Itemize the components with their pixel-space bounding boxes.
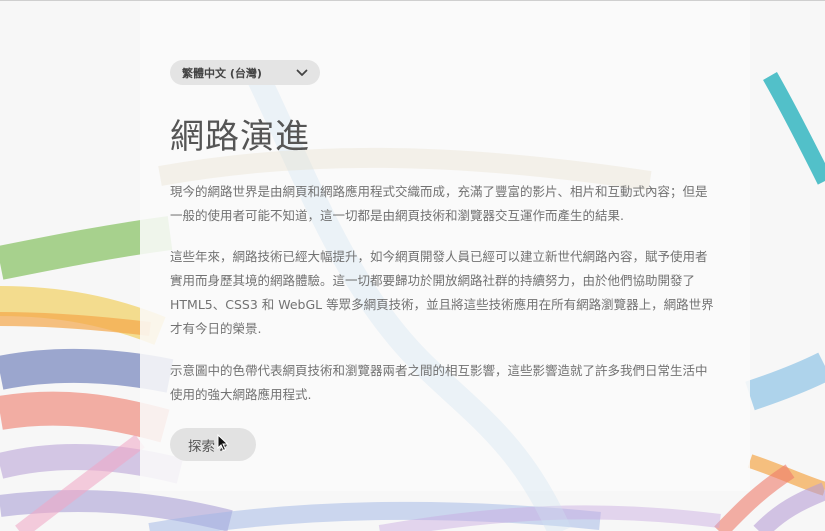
language-selector[interactable]: 繁體中文 (台灣) xyxy=(170,60,320,85)
page-title: 網路演進 xyxy=(170,117,310,157)
intro-paragraph-3: 示意圖中的色帶代表網頁技術和瀏覽器兩者之間的相互影響，這些影響造就了許多我們日常… xyxy=(170,363,708,402)
explore-button[interactable]: 探索 xyxy=(170,428,256,461)
chevron-down-icon xyxy=(296,69,308,77)
intro-paragraph-2: 這些年來，網路技術已經大幅提升，如今網頁開發人員已經可以建立新世代網路內容，賦予… xyxy=(170,249,714,336)
ribbon-faint-tan xyxy=(158,147,652,191)
language-selector-label: 繁體中文 (台灣) xyxy=(182,66,262,80)
browser-viewport: 繁體中文 (台灣) 網路演進 現今的網路世界是由網頁和網路應用程式交織而成，充滿… xyxy=(0,0,825,531)
mouse-pointer-icon xyxy=(217,433,229,456)
explore-button-label: 探索 xyxy=(188,438,215,455)
intro-paragraph-1: 現今的網路世界是由網頁和網路應用程式交織而成，充滿了豐富的影片、相片和互動式內容… xyxy=(170,184,708,223)
